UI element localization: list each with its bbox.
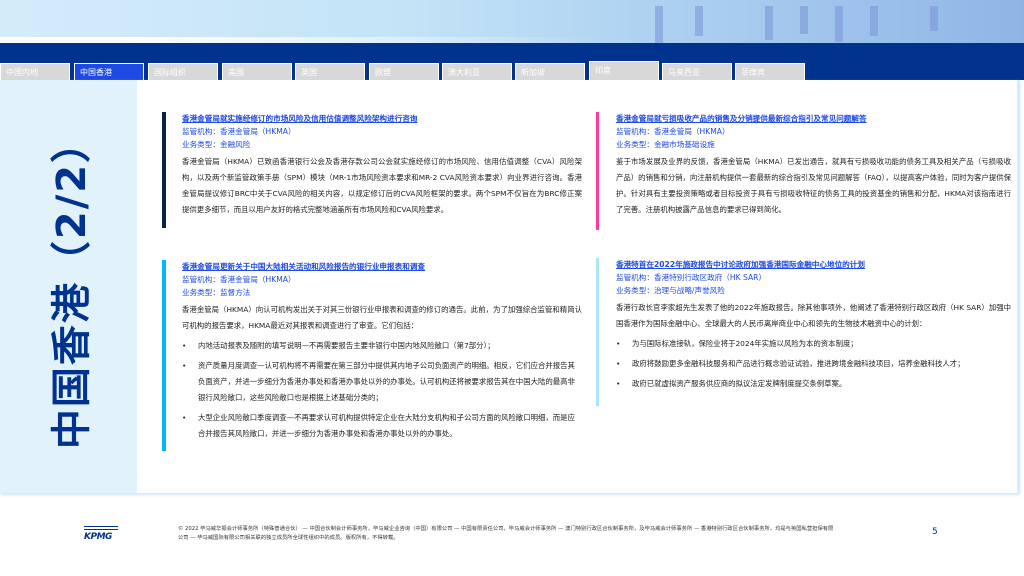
accent-bar xyxy=(162,112,166,228)
regulator: 监管机构：香港金管局（HKMA） xyxy=(182,127,296,136)
card-title-link[interactable]: 香港金管局更新关于中国大陆相关活动和风险报告的银行业申报表和调查 xyxy=(182,260,582,273)
bullet-item: 政府将鼓励更多金融科技服务和产品进行概念验证试验，推进跨境金融科技项目，培养金融… xyxy=(616,356,1011,372)
tab-india[interactable]: 印度 xyxy=(589,61,659,80)
card-body: 香港金管局（HKMA）向认可机构发出关于对其三份银行业申报表和调查的修订的通告。… xyxy=(182,305,582,330)
card-title-link[interactable]: 香港金管局就实施经修订的市场风险及信用估值调整风险架构进行咨询 xyxy=(182,112,582,125)
tab-australia[interactable]: 澳大利亚 xyxy=(442,63,512,80)
tab-mainland[interactable]: 中国内地 xyxy=(0,63,70,80)
tab-philippines[interactable]: 菲律宾 xyxy=(735,63,805,80)
business-type: 业务类型：金融市场基础设施 xyxy=(616,140,715,149)
news-card: 香港金管局更新关于中国大陆相关活动和风险报告的银行业申报表和调查 监管机构：香港… xyxy=(162,260,582,451)
tab-singapore[interactable]: 新加坡 xyxy=(515,63,585,80)
card-body: 香港行政长官李家超先生发表了他的2022年施政报告。除其他事项外，他阐述了香港特… xyxy=(616,303,1011,328)
news-card: 香港金管局就实施经修订的市场风险及信用估值调整风险架构进行咨询 监管机构：香港金… xyxy=(162,112,582,228)
bullet-item: 大型企业风险敞口季度调查—不再要求认可机构提供特定企业在大陆分支机构和子公司方面… xyxy=(182,410,582,442)
tab-hong-kong[interactable]: 中国香港 xyxy=(74,63,144,80)
tab-eu[interactable]: 欧盟 xyxy=(369,63,439,80)
side-panel: 中国香港（2/2） xyxy=(0,80,137,493)
business-type: 业务类型：金融风险 xyxy=(182,140,251,149)
news-card: 香港金管局就亏损吸收产品的销售及分销提供最新综合指引及常见问题解答 监管机构：香… xyxy=(596,112,1011,230)
bullet-item: 资产质量月度调查—认可机构将不再需要在第三部分中提供其内地子公司负面资产的明细。… xyxy=(182,358,582,406)
copyright-text: © 2022 毕马威华振会计师事务所（特殊普通合伙） — 中国合伙制会计师事务所… xyxy=(178,526,834,541)
business-type: 业务类型：治理与战略/声誉风险 xyxy=(616,286,725,295)
header-banner xyxy=(0,0,1024,43)
page-title: 中国香港（2/2） xyxy=(49,120,95,450)
tab-malaysia[interactable]: 马来西亚 xyxy=(662,63,732,80)
bullet-item: 为与国际标准接轨，保险业将于2024年实施以风险为本的资本制度； xyxy=(616,336,1011,352)
accent-bar xyxy=(596,258,599,406)
regulator: 监管机构：香港金管局（HKMA） xyxy=(616,127,730,136)
regulator: 监管机构：香港特别行政区政府（HK SAR） xyxy=(616,273,767,282)
page-number: 5 xyxy=(932,527,938,537)
tab-international[interactable]: 国际组织 xyxy=(148,63,218,80)
bullet-item: 内地活动报表及随附的填写说明—不再需要报告主要非银行中国内地风险敞口（第7部分）… xyxy=(182,338,582,354)
news-card: 香港特首在2022年施政报告中讨论政府加强香港国际金融中心地位的计划 监管机构：… xyxy=(596,258,1011,406)
card-body: 鉴于市场发展及业界的反馈，香港金管局（HKMA）已发出通告，就具有亏损吸收功能的… xyxy=(616,157,1011,214)
accent-bar xyxy=(162,260,166,451)
bullet-item: 政府已就虚拟资产服务供应商的拟议法定发牌制度提交条例草案。 xyxy=(616,376,1011,392)
tab-usa[interactable]: 美国 xyxy=(222,63,292,80)
content-panel: 中国香港（2/2） 香港金管局就实施经修订的市场风险及信用估值调整风险架构进行咨… xyxy=(0,80,1020,493)
card-title-link[interactable]: 香港金管局就亏损吸收产品的销售及分销提供最新综合指引及常见问题解答 xyxy=(616,112,1011,125)
kpmg-logo: KPMG xyxy=(84,526,118,546)
card-title-link[interactable]: 香港特首在2022年施政报告中讨论政府加强香港国际金融中心地位的计划 xyxy=(616,258,1011,271)
accent-bar xyxy=(596,112,599,230)
business-type: 业务类型：监督方法 xyxy=(182,288,251,297)
tab-uk[interactable]: 英国 xyxy=(295,63,365,80)
regulator: 监管机构：香港金管局（HKMA） xyxy=(182,275,296,284)
card-body: 香港金管局（HKMA）已致函香港银行公会及香港存款公司公会就实施经修订的市场风险… xyxy=(182,157,582,214)
